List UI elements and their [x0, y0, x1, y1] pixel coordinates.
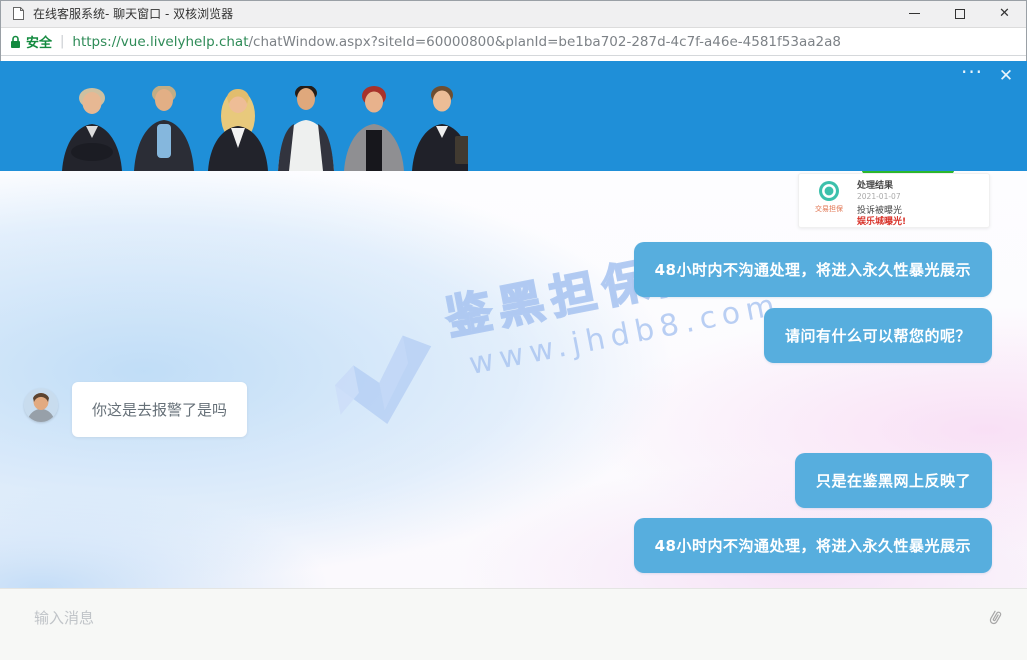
- notice-card-left: 交易担保: [809, 181, 849, 222]
- message-input[interactable]: [0, 589, 940, 660]
- maximize-icon: [955, 9, 965, 19]
- url-path: /chatWindow.aspx?siteId=60000800&planId=…: [249, 34, 841, 50]
- watermark-site: www.jhdb8.com: [452, 287, 783, 384]
- status-donut-icon: [819, 181, 839, 201]
- notice-card-body: 处理结果 2021-01-07 投诉被曝光 娱乐城曝光!: [857, 181, 981, 222]
- close-button[interactable]: ✕: [982, 0, 1027, 27]
- window-title: 在线客服系统- 聊天窗口 - 双核浏览器: [33, 5, 233, 22]
- notice-card[interactable]: 交易担保 处理结果 2021-01-07 投诉被曝光 娱乐城曝光!: [798, 173, 990, 228]
- visitor-avatar: [24, 388, 58, 422]
- watermark-logo-icon: [320, 316, 449, 436]
- message-bubble-right: 请问有什么可以帮您的呢？: [764, 308, 992, 363]
- message-bubble-right: 48小时内不沟通处理，将进入永久性暴光展示: [634, 518, 992, 573]
- close-icon: ✕: [999, 7, 1010, 20]
- chat-close-icon: ✕: [999, 66, 1013, 86]
- chat-message-area[interactable]: 交易担保 处理结果 2021-01-07 投诉被曝光 娱乐城曝光! 鉴黑担保网 …: [0, 171, 1027, 588]
- message-bubble-left: 你这是去报警了是吗: [72, 382, 247, 437]
- more-button[interactable]: ···: [961, 65, 983, 87]
- paperclip-icon: [981, 604, 1008, 631]
- chat-close-button[interactable]: ✕: [995, 65, 1017, 87]
- page-icon: [12, 6, 25, 21]
- notice-card-badge: 交易担保: [815, 204, 843, 214]
- window-controls: ✕: [892, 0, 1027, 27]
- message-row-left: 你这是去报警了是吗: [24, 382, 247, 437]
- security-label: 安全: [26, 32, 52, 51]
- maximize-button[interactable]: [937, 0, 982, 27]
- address-separator: |: [60, 34, 64, 49]
- chat-header-actions: ··· ✕: [961, 65, 1017, 87]
- url-host: https://vue.livelyhelp.chat: [72, 34, 248, 50]
- browser-window: 在线客服系统- 聊天窗口 - 双核浏览器 ✕ 安全 | https://vue.…: [0, 0, 1027, 660]
- notice-card-alert: 娱乐城曝光!: [857, 217, 981, 227]
- minimize-button[interactable]: [892, 0, 937, 27]
- attach-button[interactable]: [983, 606, 1007, 630]
- notice-card-date: 2021-01-07: [857, 192, 981, 201]
- url-text[interactable]: https://vue.livelyhelp.chat/chatWindow.a…: [72, 34, 841, 50]
- message-bubble-right: 只是在鉴黑网上反映了: [795, 453, 992, 508]
- titlebar: 在线客服系统- 聊天窗口 - 双核浏览器 ✕: [0, 0, 1027, 28]
- message-bubble-right: 48小时内不沟通处理，将进入永久性暴光展示: [634, 242, 992, 297]
- more-icon: ···: [961, 67, 983, 77]
- address-bar[interactable]: 安全 | https://vue.livelyhelp.chat/chatWin…: [0, 28, 1027, 56]
- message-input-area: [0, 588, 1027, 660]
- minimize-icon: [909, 13, 920, 14]
- lock-icon: [10, 35, 21, 49]
- notice-card-line: 投诉被曝光: [857, 206, 981, 216]
- chat-header: ··· ✕: [0, 61, 1027, 171]
- agents-photo-banner: [28, 86, 468, 171]
- notice-card-title: 处理结果: [857, 181, 981, 191]
